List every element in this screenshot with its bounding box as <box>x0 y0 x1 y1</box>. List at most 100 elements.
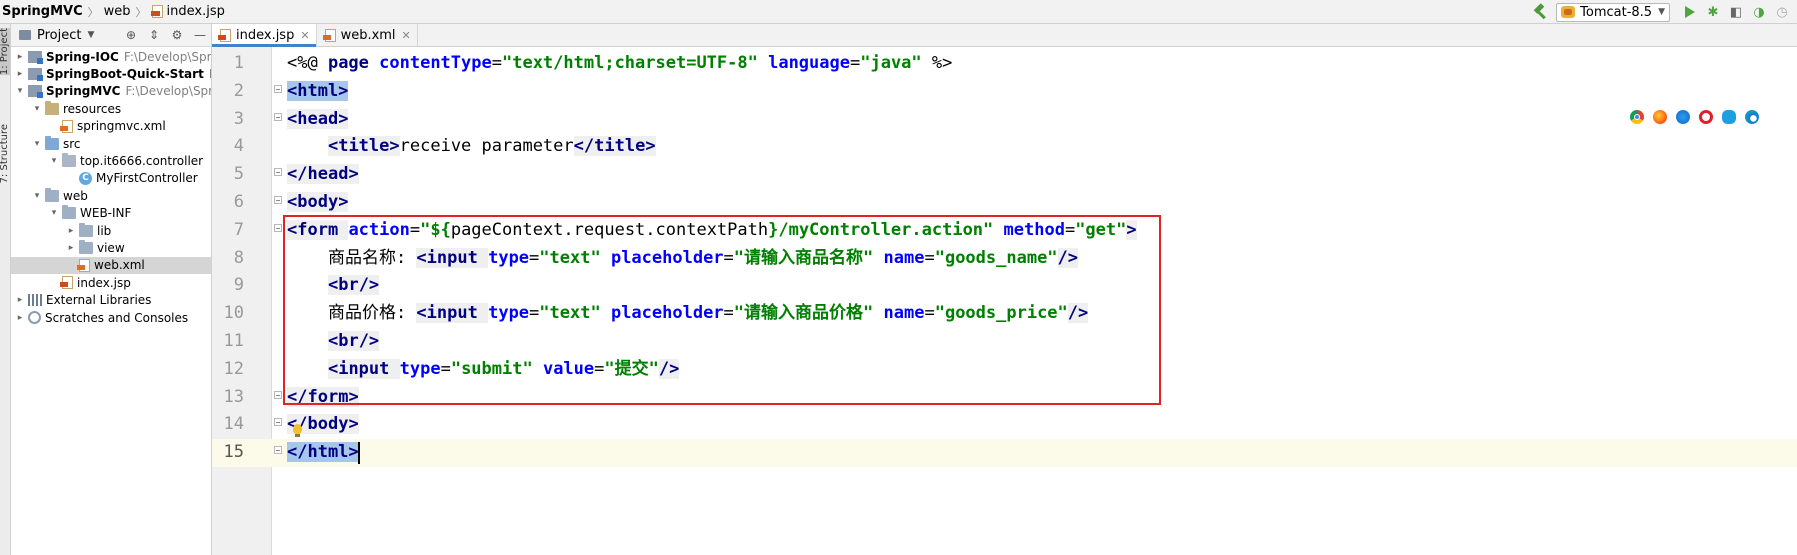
tree-item[interactable]: ▸ lib <box>11 222 211 239</box>
run-toolbar: Tomcat-8.5 ▼ ✱ ◧ ◑ ◷ <box>1532 0 1797 24</box>
code-token: "get" <box>1075 219 1127 240</box>
code-line[interactable]: 11 <br/> <box>212 328 1797 356</box>
fold-toggle-icon[interactable] <box>274 446 282 455</box>
code-line[interactable]: 6 <body> <box>212 189 1797 217</box>
tree-item[interactable]: index.jsp <box>11 274 211 291</box>
tree-item[interactable]: web.xml <box>11 256 211 275</box>
code-text: <title>receive parameter</title> <box>287 133 656 161</box>
code-line[interactable]: 4 <title>receive parameter</title> <box>212 133 1797 161</box>
tree-item[interactable]: ▸SpringBoot-Quick-StartF:\Deve <box>11 65 211 82</box>
internet-explorer-icon[interactable] <box>1722 110 1736 124</box>
chevron-down-icon[interactable]: ▾ <box>49 156 59 166</box>
run-button[interactable] <box>1682 4 1698 20</box>
code-line[interactable]: 14</body> <box>212 411 1797 439</box>
chevron-right-icon[interactable]: ▸ <box>66 226 76 236</box>
chrome-icon[interactable] <box>1630 110 1644 124</box>
code-token: title <box>594 136 646 157</box>
code-token: 商品价格: <box>287 303 417 324</box>
chevron-right-icon[interactable]: ▸ <box>66 243 76 253</box>
tree-item-label: top.it6666.controller <box>80 154 204 169</box>
code-line[interactable]: 5 </head> <box>212 161 1797 189</box>
tree-item[interactable]: C MyFirstController <box>11 170 211 187</box>
fold-toggle-icon[interactable] <box>274 112 282 121</box>
code-line[interactable]: 9 <br/> <box>212 272 1797 300</box>
code-token: method <box>1003 219 1065 240</box>
chevron-down-icon[interactable]: ▾ <box>32 191 42 201</box>
breadcrumb-project[interactable]: SpringMVC <box>2 4 83 19</box>
xml-file-icon <box>60 119 73 133</box>
tab-project-tool-window[interactable]: 1: Project <box>0 28 10 76</box>
profile-button[interactable]: ◑ <box>1751 4 1767 20</box>
chevron-right-icon[interactable]: ▸ <box>15 313 25 323</box>
editor-area: index.jsp ✕ web.xml ✕ 1 <%@ page contentT… <box>212 24 1797 555</box>
code-line[interactable]: 13 </form> <box>212 384 1797 412</box>
firefox-icon[interactable] <box>1653 110 1667 124</box>
code-text: 商品名称: <input type="text" placeholder="请输… <box>287 245 1079 273</box>
breadcrumb-folder[interactable]: web <box>104 4 131 19</box>
chevron-down-icon[interactable]: ▼ <box>87 30 94 40</box>
line-number: 15 <box>223 442 244 463</box>
breadcrumb-file[interactable]: index.jsp <box>167 4 225 19</box>
close-icon[interactable]: ✕ <box>300 29 309 42</box>
locate-target-icon[interactable]: ⊕ <box>124 28 138 42</box>
collapse-all-icon[interactable]: ⇕ <box>147 28 161 42</box>
lightbulb-icon[interactable] <box>293 424 302 437</box>
code-editor[interactable]: 1 <%@ page contentType="text/html;charset… <box>212 47 1797 555</box>
tree-item[interactable]: ▾ resources <box>11 100 211 117</box>
chevron-down-icon[interactable]: ▾ <box>32 139 42 149</box>
tab-web-xml[interactable]: web.xml ✕ <box>317 24 418 46</box>
tree-item[interactable]: ▸ External Libraries <box>11 291 211 308</box>
tree-item[interactable]: ▸ Scratches and Consoles <box>11 309 211 326</box>
code-token: language <box>768 53 850 73</box>
tree-item[interactable]: ▸ view <box>11 239 211 256</box>
more-run-options-button[interactable]: ◷ <box>1774 4 1790 20</box>
coverage-button[interactable]: ◧ <box>1728 4 1744 20</box>
fold-toggle-icon[interactable] <box>274 196 282 204</box>
run-configuration-select[interactable]: Tomcat-8.5 ▼ <box>1556 2 1670 22</box>
tree-item[interactable]: ▾ WEB-INF <box>11 205 211 222</box>
code-line[interactable]: 10 商品价格: <input type="text" placeholder=… <box>212 300 1797 328</box>
chevron-right-icon[interactable]: ▸ <box>15 69 25 79</box>
code-line[interactable]: 1 <%@ page contentType="text/html;charset… <box>212 50 1797 78</box>
tree-item[interactable]: ▾ src <box>11 135 211 152</box>
code-token: = <box>924 247 935 268</box>
line-number: 3 <box>233 108 244 129</box>
tree-item[interactable]: springmvc.xml <box>11 118 211 135</box>
fold-toggle-icon[interactable] <box>274 84 282 93</box>
code-token: </html> <box>287 442 359 463</box>
tree-item[interactable]: ▾ web <box>11 187 211 204</box>
tree-item[interactable]: ▾ top.it6666.controller <box>11 152 211 169</box>
code-line[interactable]: 3 <head> <box>212 106 1797 134</box>
edge-icon[interactable] <box>1745 110 1759 124</box>
fold-toggle-icon[interactable] <box>274 168 282 177</box>
code-line[interactable]: 2 <html> <box>212 78 1797 106</box>
chevron-down-icon[interactable]: ▾ <box>49 208 59 218</box>
tab-index-jsp[interactable]: index.jsp ✕ <box>212 24 317 47</box>
tree-item[interactable]: ▾ SpringMVC F:\Develop\Spring\S <box>11 83 211 100</box>
chevron-down-icon[interactable]: ▾ <box>15 86 25 96</box>
close-icon[interactable]: ✕ <box>402 29 411 42</box>
code-line[interactable]: 7 <form action="${pageContext.request.con… <box>212 217 1797 245</box>
code-line[interactable]: 8 商品名称: <input type="text" placeholder="… <box>212 245 1797 273</box>
code-token: input <box>338 358 400 379</box>
tree-item[interactable]: ▸ Spring-IOC F:\Develop\Spring\S <box>11 48 211 65</box>
chevron-right-icon[interactable]: ▸ <box>15 52 25 62</box>
fold-toggle-icon[interactable] <box>274 390 282 399</box>
minimize-icon[interactable]: — <box>193 28 207 42</box>
code-line[interactable]: 12 <input type="submit" value="提交"/> <box>212 356 1797 384</box>
code-line[interactable]: 15 </html> <box>212 439 1797 467</box>
libraries-icon <box>28 294 42 307</box>
chevron-down-icon[interactable]: ▾ <box>32 104 42 114</box>
tab-structure-tool-window[interactable]: 7: Structure <box>0 124 10 183</box>
opera-icon[interactable] <box>1699 110 1713 124</box>
chevron-right-icon[interactable]: ▸ <box>15 295 25 305</box>
fold-toggle-icon[interactable] <box>274 223 282 232</box>
package-icon <box>62 153 76 168</box>
fold-toggle-icon[interactable] <box>274 418 282 427</box>
debug-button[interactable]: ✱ <box>1705 4 1721 20</box>
code-token: > <box>338 108 349 129</box>
safari-icon[interactable] <box>1676 110 1690 124</box>
build-hammer-icon[interactable] <box>1532 4 1548 20</box>
project-view-select[interactable]: Project <box>37 28 81 43</box>
gear-icon[interactable]: ⚙ <box>170 28 184 42</box>
